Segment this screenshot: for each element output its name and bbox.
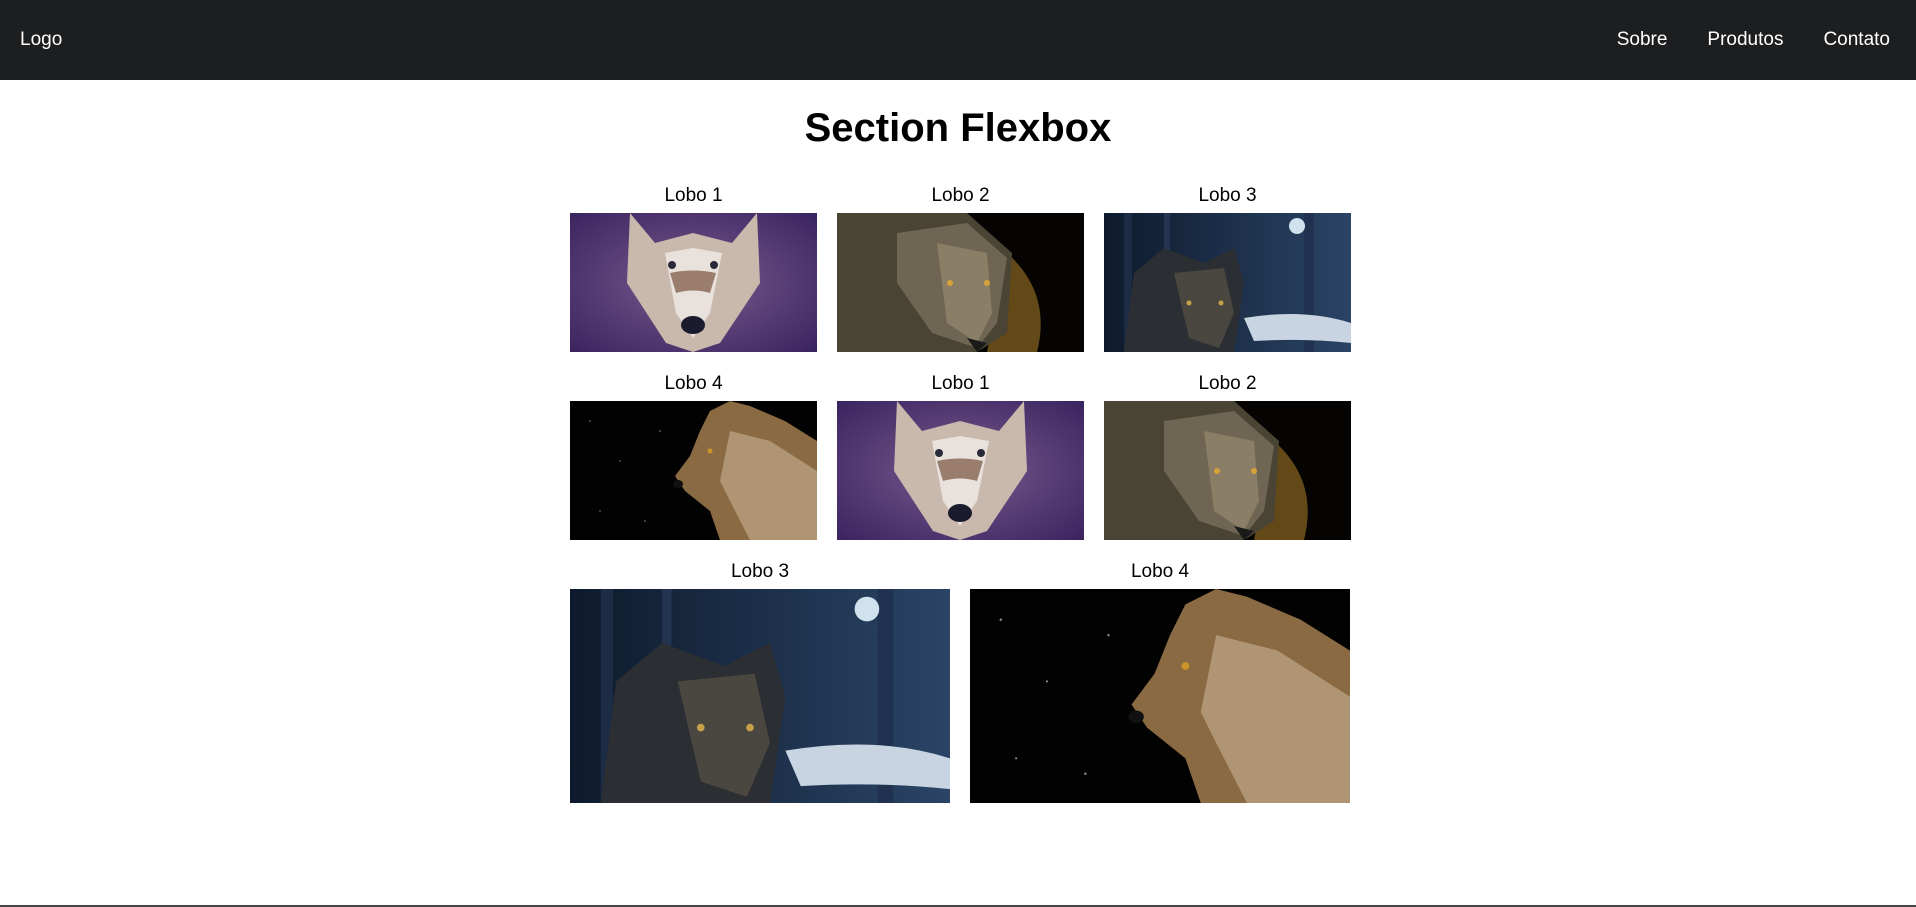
- navbar: Logo Sobre Produtos Contato: [0, 0, 1916, 80]
- card-label: Lobo 3: [1198, 185, 1257, 206]
- gallery-card: Lobo 1: [570, 184, 817, 352]
- gallery-card: Lobo 1: [837, 372, 1084, 540]
- nav-link-sobre[interactable]: Sobre: [1617, 29, 1668, 51]
- wolf-gallery: Lobo 1 Lobo 2 Lobo 3 Lobo 4 Lobo 1 Lobo …: [570, 184, 1351, 823]
- card-label: Lobo 2: [1198, 373, 1257, 394]
- wolf-image-1: [837, 401, 1084, 540]
- nav-links: Sobre Produtos Contato: [1617, 29, 1890, 51]
- card-label: Lobo 4: [1130, 561, 1190, 582]
- gallery-card: Lobo 2: [837, 184, 1084, 352]
- wolf-image-4: [570, 401, 817, 540]
- card-label: Lobo 1: [931, 373, 990, 394]
- gallery-row: Lobo 3 Lobo 4: [570, 560, 1351, 803]
- wolf-image-3: [570, 589, 950, 803]
- card-label: Lobo 2: [931, 185, 990, 206]
- nav-link-contato[interactable]: Contato: [1823, 29, 1890, 51]
- gallery-row: Lobo 4 Lobo 1 Lobo 2: [570, 372, 1351, 540]
- card-label: Lobo 1: [664, 185, 723, 206]
- gallery-card: Lobo 3: [570, 560, 950, 803]
- gallery-row: Lobo 1 Lobo 2 Lobo 3: [570, 184, 1351, 352]
- gallery-card: Lobo 4: [970, 560, 1350, 803]
- logo[interactable]: Logo: [20, 29, 62, 51]
- wolf-image-2: [837, 213, 1084, 352]
- wolf-image-1: [570, 213, 817, 352]
- wolf-image-4: [970, 589, 1350, 803]
- card-label: Lobo 4: [664, 373, 723, 394]
- wolf-image-3: [1104, 213, 1351, 352]
- nav-link-produtos[interactable]: Produtos: [1707, 29, 1783, 51]
- gallery-card: Lobo 2: [1104, 372, 1351, 540]
- card-label: Lobo 3: [730, 561, 790, 582]
- wolf-image-2: [1104, 401, 1351, 540]
- page-title: Section Flexbox: [804, 106, 1112, 150]
- gallery-card: Lobo 4: [570, 372, 817, 540]
- gallery-card: Lobo 3: [1104, 184, 1351, 352]
